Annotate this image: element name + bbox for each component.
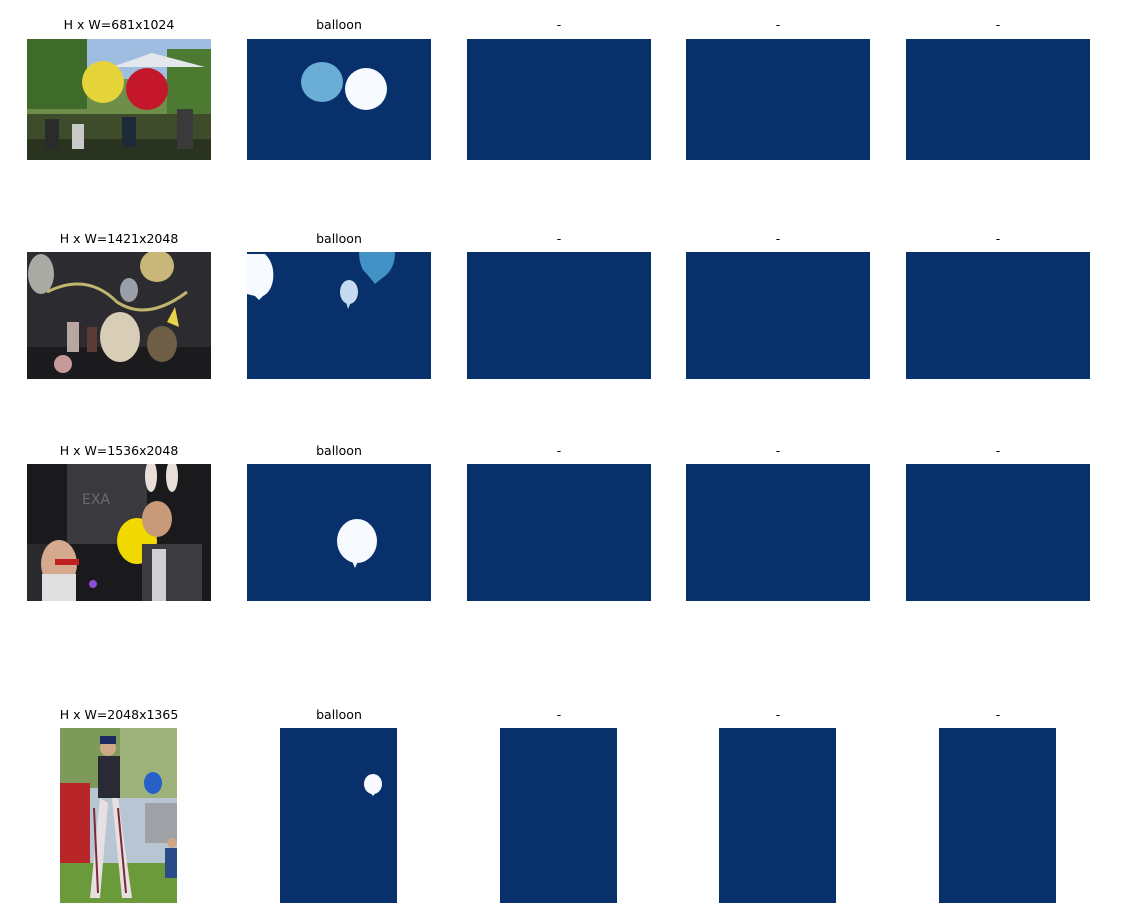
mask-empty xyxy=(686,39,870,160)
mask-title: - xyxy=(556,443,562,458)
photo-stilt-walker xyxy=(60,728,177,903)
mask-title: - xyxy=(995,231,1001,246)
mask-empty xyxy=(906,39,1090,160)
mask-title: balloon xyxy=(316,17,362,32)
photo-title: H x W=1421x2048 xyxy=(59,231,179,246)
mask-title: - xyxy=(556,17,562,32)
mask-balloon xyxy=(247,252,431,379)
mask-title: - xyxy=(775,443,781,458)
mask-title: balloon xyxy=(316,231,362,246)
mask-title: - xyxy=(995,707,1001,722)
red-balloon xyxy=(126,68,168,110)
mask-empty xyxy=(939,728,1056,903)
mask-title: - xyxy=(775,17,781,32)
mask-empty xyxy=(719,728,836,903)
photo-graffiti-couple: EXA xyxy=(27,464,211,601)
mask-empty xyxy=(906,464,1090,601)
photo-title: H x W=681x1024 xyxy=(63,17,175,32)
photo-park-balloons xyxy=(27,39,211,160)
mask-empty xyxy=(500,728,617,903)
mask-empty xyxy=(467,252,651,379)
mask-empty xyxy=(686,252,870,379)
mask-title: - xyxy=(995,443,1001,458)
mask-title: - xyxy=(995,17,1001,32)
man xyxy=(142,501,172,537)
photo-title: H x W=1536x2048 xyxy=(59,443,179,458)
mask-balloon xyxy=(247,39,431,160)
mask-empty xyxy=(467,464,651,601)
mask-title: - xyxy=(556,707,562,722)
mask-title: balloon xyxy=(316,707,362,722)
mask-title: balloon xyxy=(316,443,362,458)
dog xyxy=(100,312,140,362)
mask-empty xyxy=(906,252,1090,379)
balloon-mask-shapes xyxy=(337,519,377,568)
balloon-mask-shapes xyxy=(247,252,395,309)
blue-balloon xyxy=(144,772,162,794)
cat xyxy=(147,326,177,362)
photo-party-pets xyxy=(27,252,211,379)
mask-empty xyxy=(467,39,651,160)
mask-title: - xyxy=(775,707,781,722)
silver-balloon xyxy=(28,254,54,294)
yellow-balloon xyxy=(82,61,124,103)
photo-title: H x W=2048x1365 xyxy=(59,707,179,722)
red-car xyxy=(60,783,90,863)
mask-balloon xyxy=(247,464,431,601)
mask-title: - xyxy=(775,231,781,246)
mask-balloon xyxy=(280,728,397,903)
svg-text:EXA: EXA xyxy=(82,492,110,508)
balloon-mask-shapes xyxy=(301,62,387,110)
mask-title: - xyxy=(556,231,562,246)
balloon-mask-shapes xyxy=(364,774,382,796)
mask-empty xyxy=(686,464,870,601)
